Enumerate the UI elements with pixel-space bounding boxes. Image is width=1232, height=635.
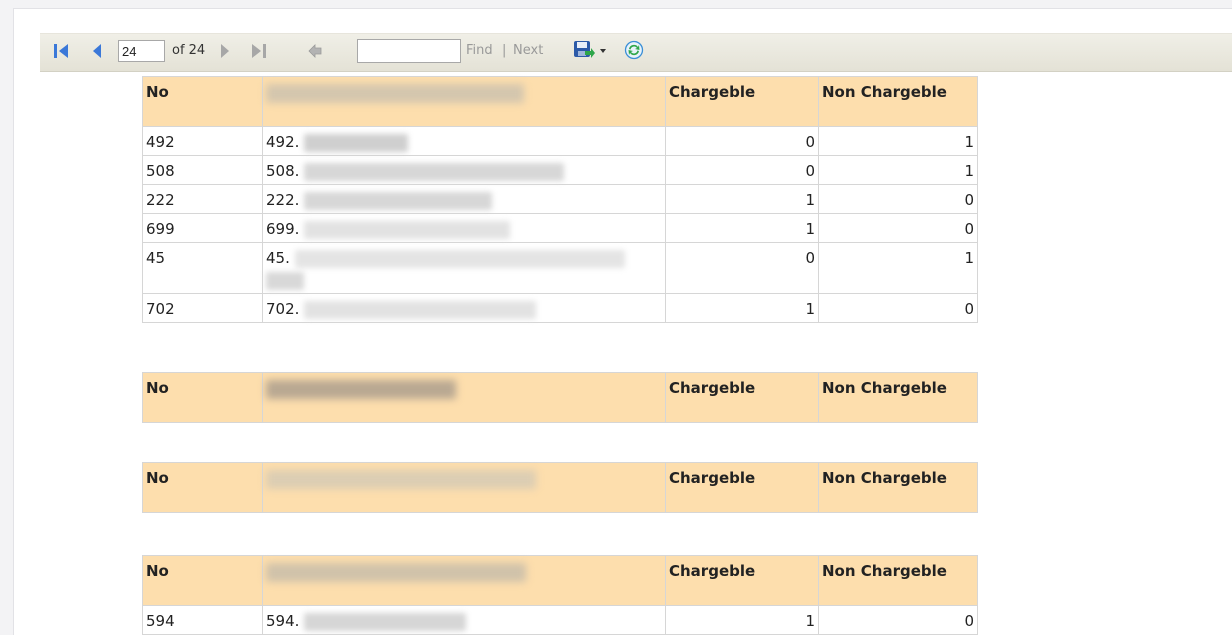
redacted-group-name: [266, 563, 526, 582]
redacted-text: [304, 162, 565, 181]
table-row: 508 508. 0 1: [142, 155, 978, 185]
report-toolbar: of 24 Find | Next: [40, 33, 1232, 72]
cell-no: 508: [142, 155, 263, 185]
cell-non-chargeable: 0: [818, 605, 978, 635]
last-page-icon[interactable]: [250, 42, 268, 60]
cell-non-chargeable: 0: [818, 213, 978, 243]
back-icon[interactable]: [306, 42, 324, 60]
header-no: No: [142, 372, 263, 423]
redacted-text: [304, 220, 511, 239]
redacted-group-name: [266, 470, 536, 489]
header-non-chargeable: Non Chargeble: [818, 462, 978, 513]
redacted-text: [304, 300, 537, 319]
find-input[interactable]: [357, 39, 461, 63]
table-row: 222 222. 1 0: [142, 184, 978, 214]
report-table-group-1: No Chargeble Non Chargeble 492 492. 0 1 …: [142, 76, 978, 323]
header-non-chargeable: Non Chargeble: [818, 555, 978, 606]
cell-chargeable: 1: [665, 184, 819, 214]
table-row: 699 699. 1 0: [142, 213, 978, 243]
header-no: No: [142, 555, 263, 606]
redacted-text: [304, 612, 467, 631]
next-page-icon[interactable]: [216, 42, 234, 60]
next-link[interactable]: Next: [513, 43, 543, 58]
cell-no: 492: [142, 126, 263, 156]
cell-non-chargeable: 0: [818, 293, 978, 323]
name-prefix: 222.: [266, 191, 300, 209]
table-row: 594 594. 1 0: [142, 605, 978, 635]
table-row: 45 45. 0 1: [142, 242, 978, 294]
cell-non-chargeable: 1: [818, 242, 978, 294]
cell-name: 222.: [262, 184, 666, 214]
header-non-chargeable: Non Chargeble: [818, 76, 978, 127]
redacted-group-name: [266, 380, 456, 399]
cell-name: 702.: [262, 293, 666, 323]
cell-name: 699.: [262, 213, 666, 243]
cell-name: 508.: [262, 155, 666, 185]
table-header-row: No Chargeble Non Chargeble: [142, 555, 978, 606]
redacted-text: [294, 249, 625, 268]
cell-non-chargeable: 1: [818, 126, 978, 156]
redacted-text: [304, 191, 493, 210]
cell-no: 699: [142, 213, 263, 243]
header-chargeable: Chargeble: [665, 372, 819, 423]
name-prefix: 594.: [266, 612, 300, 630]
page-count-label: of 24: [172, 43, 206, 58]
redacted-group-name: [266, 84, 524, 103]
header-no: No: [142, 462, 263, 513]
cell-chargeable: 0: [665, 155, 819, 185]
header-no: No: [142, 76, 263, 127]
table-header-row: No Chargeble Non Chargeble: [142, 76, 978, 127]
header-chargeable: Chargeble: [665, 555, 819, 606]
header-non-chargeable: Non Chargeble: [818, 372, 978, 423]
first-page-icon[interactable]: [52, 42, 70, 60]
header-group-name: [262, 555, 666, 606]
redacted-text: [304, 133, 409, 152]
header-group-name: [262, 76, 666, 127]
report-table-group-3: No Chargeble Non Chargeble: [142, 462, 978, 513]
header-group-name: [262, 462, 666, 513]
report-table-group-2: No Chargeble Non Chargeble: [142, 372, 978, 423]
cell-non-chargeable: 1: [818, 155, 978, 185]
cell-no: 222: [142, 184, 263, 214]
refresh-icon[interactable]: [624, 40, 644, 60]
separator: |: [502, 43, 507, 58]
cell-no: 702: [142, 293, 263, 323]
cell-name: 45.: [262, 242, 666, 294]
cell-chargeable: 1: [665, 293, 819, 323]
name-prefix: 45.: [266, 249, 290, 267]
cell-chargeable: 0: [665, 242, 819, 294]
cell-name: 594.: [262, 605, 666, 635]
table-header-row: No Chargeble Non Chargeble: [142, 372, 978, 423]
name-prefix: 508.: [266, 162, 300, 180]
cell-chargeable: 1: [665, 605, 819, 635]
previous-page-icon[interactable]: [88, 42, 106, 60]
header-group-name: [262, 372, 666, 423]
report-table-group-4: No Chargeble Non Chargeble 594 594. 1 0: [142, 555, 978, 635]
table-row: 702 702. 1 0: [142, 293, 978, 323]
cell-name: 492.: [262, 126, 666, 156]
header-chargeable: Chargeble: [665, 76, 819, 127]
table-header-row: No Chargeble Non Chargeble: [142, 462, 978, 513]
table-row: 492 492. 0 1: [142, 126, 978, 156]
name-prefix: 702.: [266, 300, 300, 318]
cell-no: 594: [142, 605, 263, 635]
page-number-input[interactable]: [118, 40, 165, 62]
name-prefix: 699.: [266, 220, 300, 238]
cell-chargeable: 1: [665, 213, 819, 243]
header-chargeable: Chargeble: [665, 462, 819, 513]
cell-non-chargeable: 0: [818, 184, 978, 214]
name-prefix: 492.: [266, 133, 300, 151]
cell-chargeable: 0: [665, 126, 819, 156]
cell-no: 45: [142, 242, 263, 294]
redacted-text: [266, 271, 304, 290]
find-link[interactable]: Find: [466, 43, 493, 58]
save-export-icon[interactable]: [572, 39, 608, 61]
